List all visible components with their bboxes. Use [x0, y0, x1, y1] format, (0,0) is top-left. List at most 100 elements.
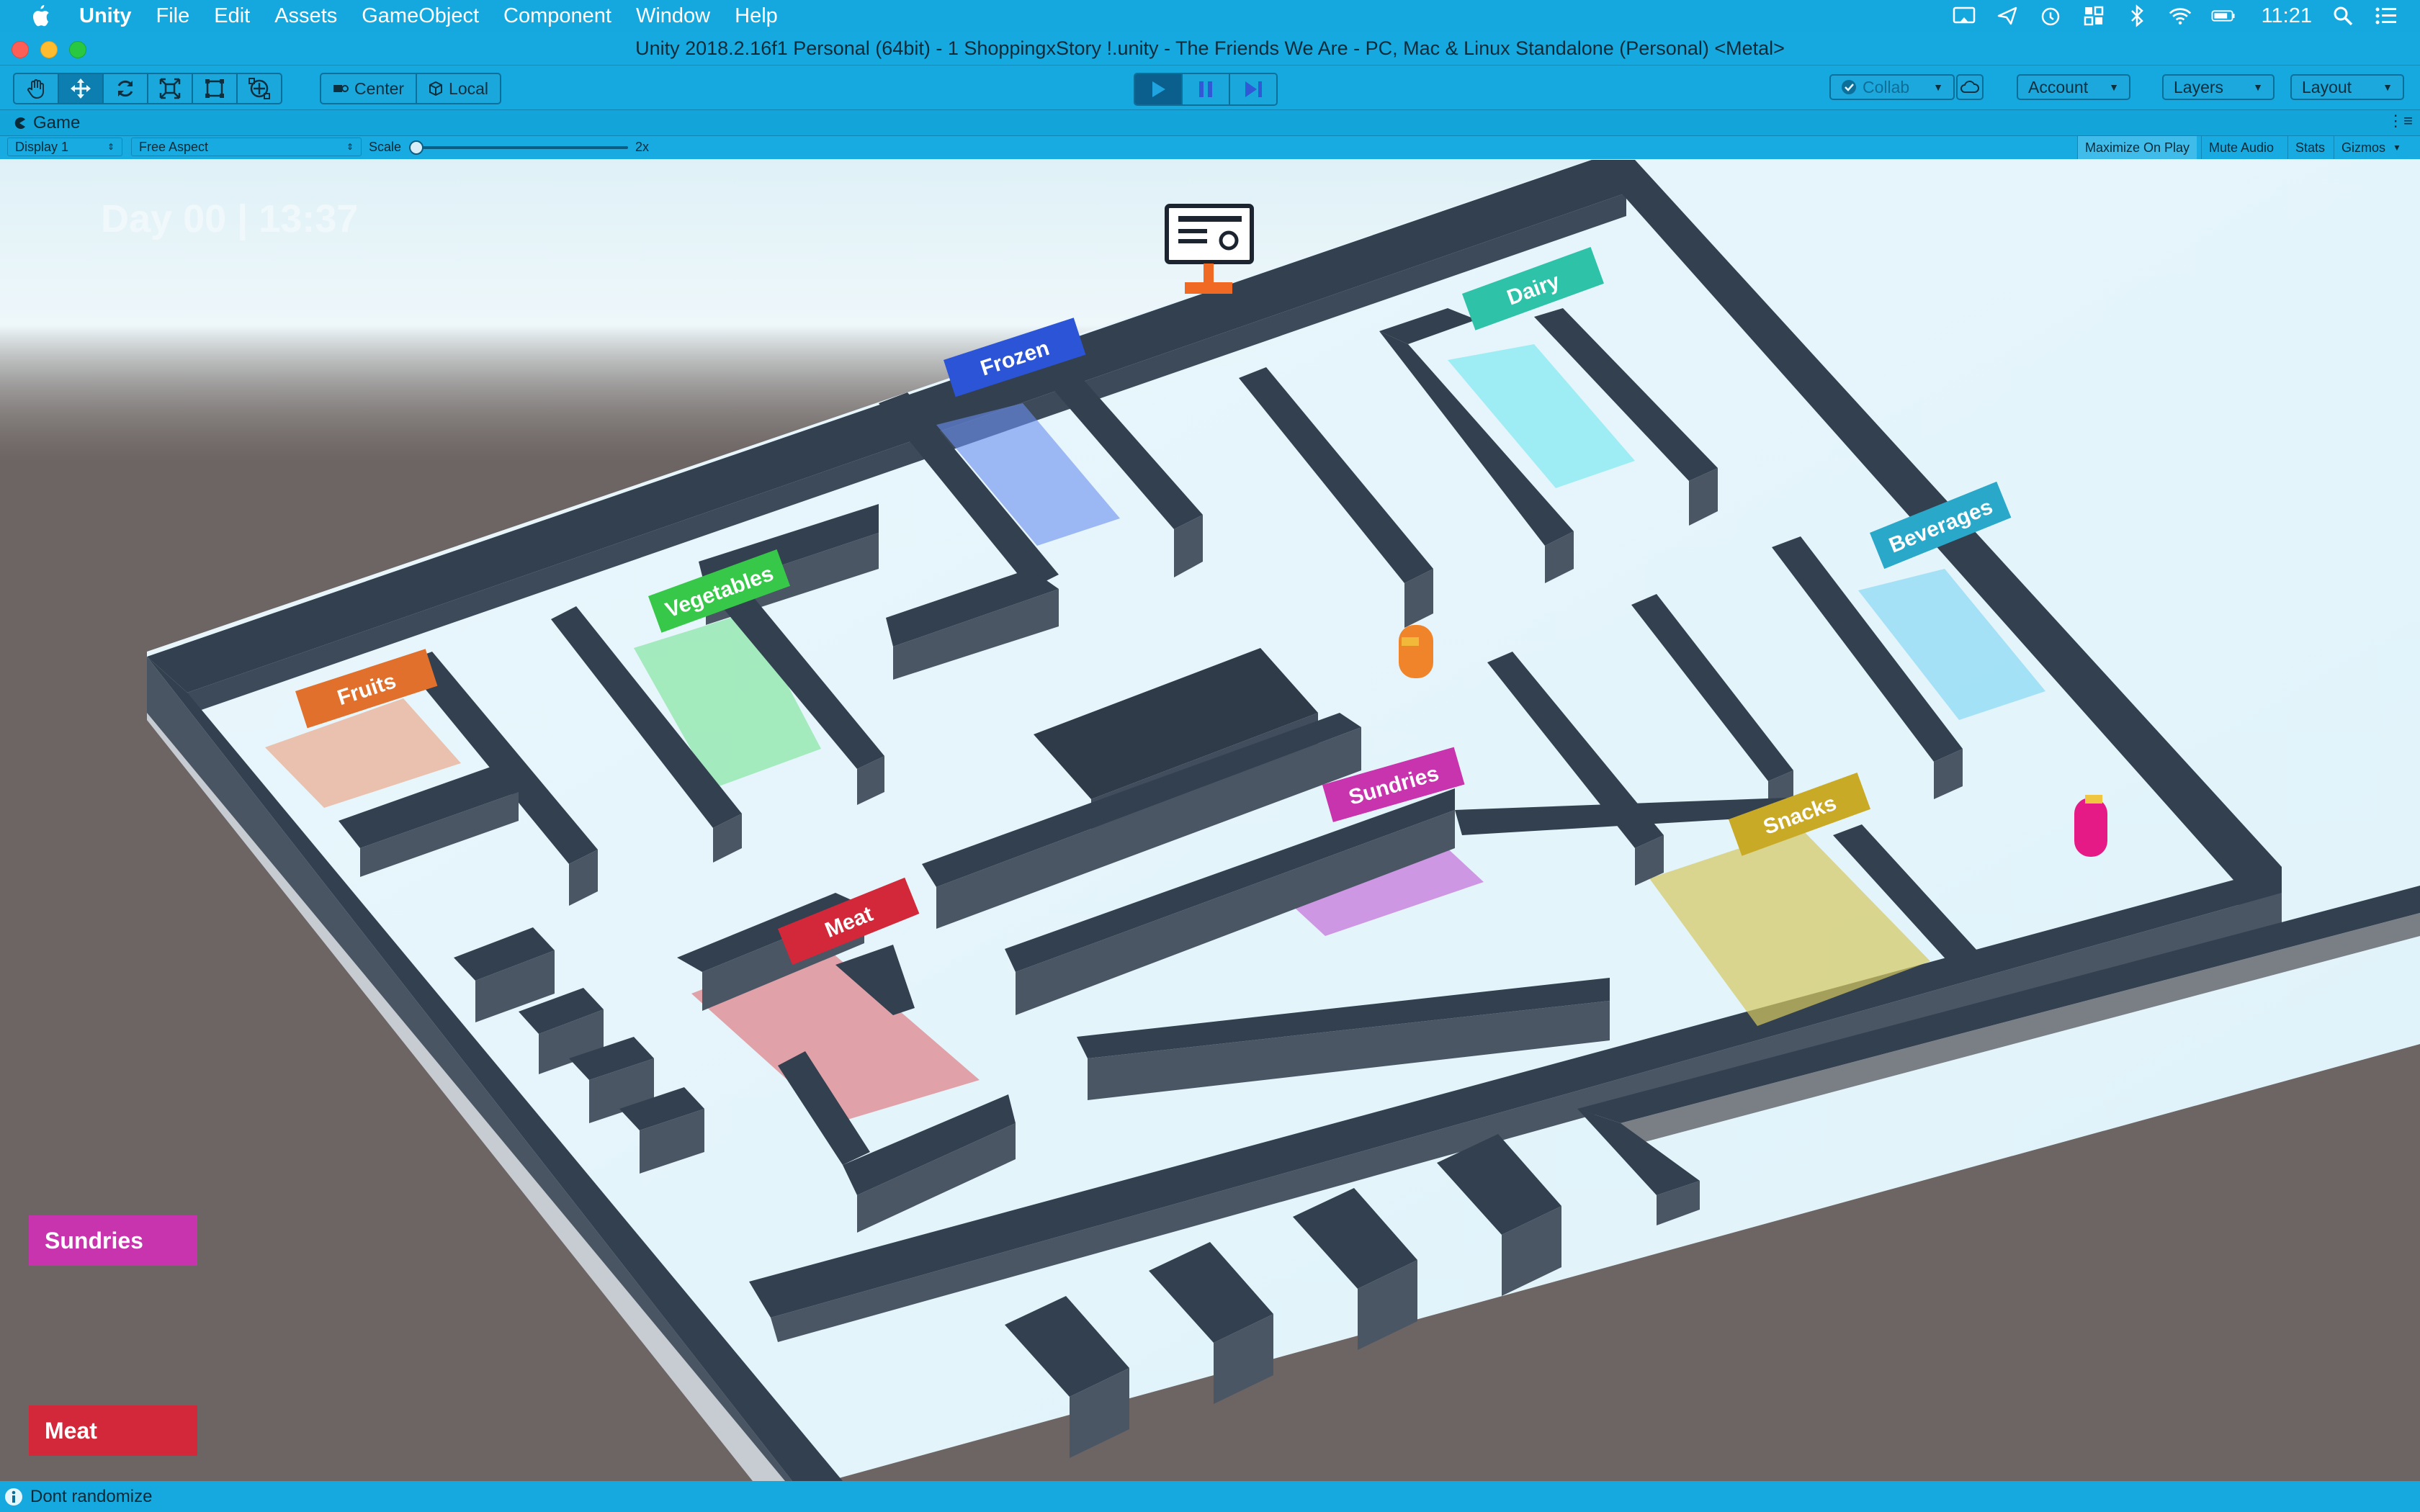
aspect-dropdown[interactable]: Free Aspect ⇕ — [131, 138, 362, 156]
mute-audio-toggle[interactable]: Mute Audio — [2201, 136, 2281, 159]
mac-menu-bar: Unity File Edit Assets GameObject Compon… — [0, 0, 2420, 32]
close-window-button[interactable] — [12, 41, 29, 58]
play-button[interactable] — [1135, 74, 1183, 104]
transform-tool-button[interactable] — [238, 74, 281, 103]
player-pink — [2074, 795, 2107, 857]
aspect-label: Free Aspect — [139, 139, 209, 154]
grid-app-icon[interactable] — [2081, 5, 2106, 27]
shopping-list-item-label: Meat — [45, 1417, 97, 1444]
wifi-icon[interactable] — [2168, 5, 2192, 27]
menu-gameobject[interactable]: GameObject — [362, 4, 479, 28]
screen-share-icon[interactable] — [1952, 5, 1976, 27]
collab-label: Collab — [1863, 77, 1910, 96]
pivot-icon — [333, 85, 349, 92]
mute-audio-label: Mute Audio — [2209, 140, 2275, 155]
day-time-hud: Day 00 | 13:37 — [101, 197, 358, 241]
collab-dropdown[interactable]: Collab ▼ — [1829, 74, 1955, 100]
menu-app-name[interactable]: Unity — [79, 4, 132, 28]
pause-button[interactable] — [1183, 74, 1230, 104]
hand-icon — [27, 79, 44, 99]
move-arrows-icon — [71, 78, 91, 99]
game-view[interactable]: Fruits Vegetables Frozen Dairy Beverages Sund… — [0, 159, 2420, 1481]
shopping-list-item: Sundries — [29, 1215, 197, 1266]
combined-transform-icon — [248, 78, 270, 99]
rotate-tool-button[interactable] — [104, 74, 148, 103]
send-icon[interactable] — [1995, 5, 2020, 27]
account-dropdown[interactable]: Account ▼ — [2017, 74, 2130, 100]
rect-tool-button[interactable] — [193, 74, 238, 103]
pivot-local-button[interactable]: Local — [417, 74, 500, 103]
scale-value: 2x — [635, 140, 650, 154]
panel-menu-icon[interactable]: ⋮≡ — [2388, 112, 2413, 130]
status-message: Dont randomize — [30, 1486, 153, 1506]
transform-tools — [13, 73, 282, 104]
layout-dropdown[interactable]: Layout ▼ — [2290, 74, 2404, 100]
step-icon — [1245, 81, 1262, 97]
chevron-down-icon: ▼ — [2393, 143, 2401, 153]
local-cube-icon — [429, 81, 443, 96]
chevron-down-icon: ▼ — [2109, 81, 2119, 93]
notification-center-icon[interactable] — [2374, 5, 2398, 27]
cloud-icon — [1960, 81, 1979, 93]
layers-dropdown[interactable]: Layers ▼ — [2162, 74, 2275, 100]
account-label: Account — [2028, 77, 2089, 96]
zoom-window-button[interactable] — [69, 41, 86, 58]
unity-toolbar: Center Local Collab ▼ Account ▼ Layers ▼… — [0, 65, 2420, 110]
playback-controls — [1134, 73, 1278, 106]
apple-icon[interactable] — [29, 4, 50, 28]
chevron-down-icon: ▼ — [2383, 81, 2393, 93]
pivot-center-button[interactable]: Center — [321, 74, 418, 103]
player-orange — [1399, 625, 1433, 678]
game-view-controls: Display 1 ⇕ Free Aspect ⇕ Scale 2x Maxim… — [0, 135, 2420, 161]
scale-slider[interactable] — [409, 140, 628, 155]
minimize-window-button[interactable] — [40, 41, 58, 58]
window-title-bar: Unity 2018.2.16f1 Personal (64bit) - 1 S… — [0, 32, 2420, 65]
spotlight-search-icon[interactable] — [2331, 5, 2355, 27]
menu-clock[interactable]: 11:21 — [2262, 4, 2312, 28]
status-bar: Dont randomize — [0, 1481, 2420, 1512]
step-button[interactable] — [1230, 74, 1276, 104]
bluetooth-icon[interactable] — [2125, 4, 2149, 27]
scale-icon — [159, 78, 181, 99]
menu-file[interactable]: File — [156, 4, 190, 28]
hand-tool-button[interactable] — [14, 74, 59, 103]
display-dropdown[interactable]: Display 1 ⇕ — [7, 138, 122, 156]
scale-tool-button[interactable] — [148, 74, 193, 103]
pacman-game-icon — [14, 117, 25, 129]
chevron-down-icon: ▼ — [2253, 81, 2263, 93]
move-tool-button[interactable] — [59, 74, 104, 103]
maximize-on-play-toggle[interactable]: Maximize On Play — [2077, 136, 2197, 159]
maximize-on-play-label: Maximize On Play — [2085, 140, 2190, 155]
battery-icon[interactable] — [2211, 5, 2236, 27]
collab-check-icon — [1842, 80, 1856, 94]
gizmos-dropdown[interactable]: Gizmos ▼ — [2334, 136, 2413, 159]
stats-label: Stats — [2295, 140, 2326, 155]
layers-label: Layers — [2174, 77, 2224, 96]
chevron-down-icon: ▼ — [1933, 81, 1943, 93]
game-tab-bar: Game ⋮≡ — [0, 109, 2420, 136]
rect-transform-icon — [205, 79, 224, 98]
shopping-list-item: Meat — [29, 1405, 197, 1456]
play-icon — [1152, 81, 1165, 97]
chevron-updown-icon: ⇕ — [107, 142, 115, 152]
cloud-button[interactable] — [1956, 74, 1984, 100]
chevron-updown-icon: ⇕ — [346, 142, 354, 152]
pivot-local-label: Local — [449, 78, 489, 98]
layout-label: Layout — [2302, 77, 2352, 96]
menu-component[interactable]: Component — [503, 4, 611, 28]
pivot-toggles: Center Local — [320, 73, 502, 104]
gizmos-label: Gizmos — [2341, 140, 2386, 155]
rotate-icon — [117, 80, 133, 97]
scale-slider-thumb[interactable] — [409, 140, 424, 155]
display-label: Display 1 — [15, 139, 69, 154]
stats-toggle[interactable]: Stats — [2287, 136, 2332, 159]
menu-edit[interactable]: Edit — [214, 4, 250, 28]
menu-window[interactable]: Window — [636, 4, 710, 28]
menu-assets[interactable]: Assets — [274, 4, 337, 28]
pause-icon — [1199, 81, 1212, 97]
menu-help[interactable]: Help — [735, 4, 778, 28]
alarm-clock-icon[interactable] — [2038, 5, 2063, 27]
supermarket-maze-scene: FruitsVegetablesFrozenDairyBeveragesSund… — [0, 159, 2420, 1481]
scale-label: Scale — [369, 140, 402, 154]
tab-game[interactable]: Game — [13, 110, 80, 136]
